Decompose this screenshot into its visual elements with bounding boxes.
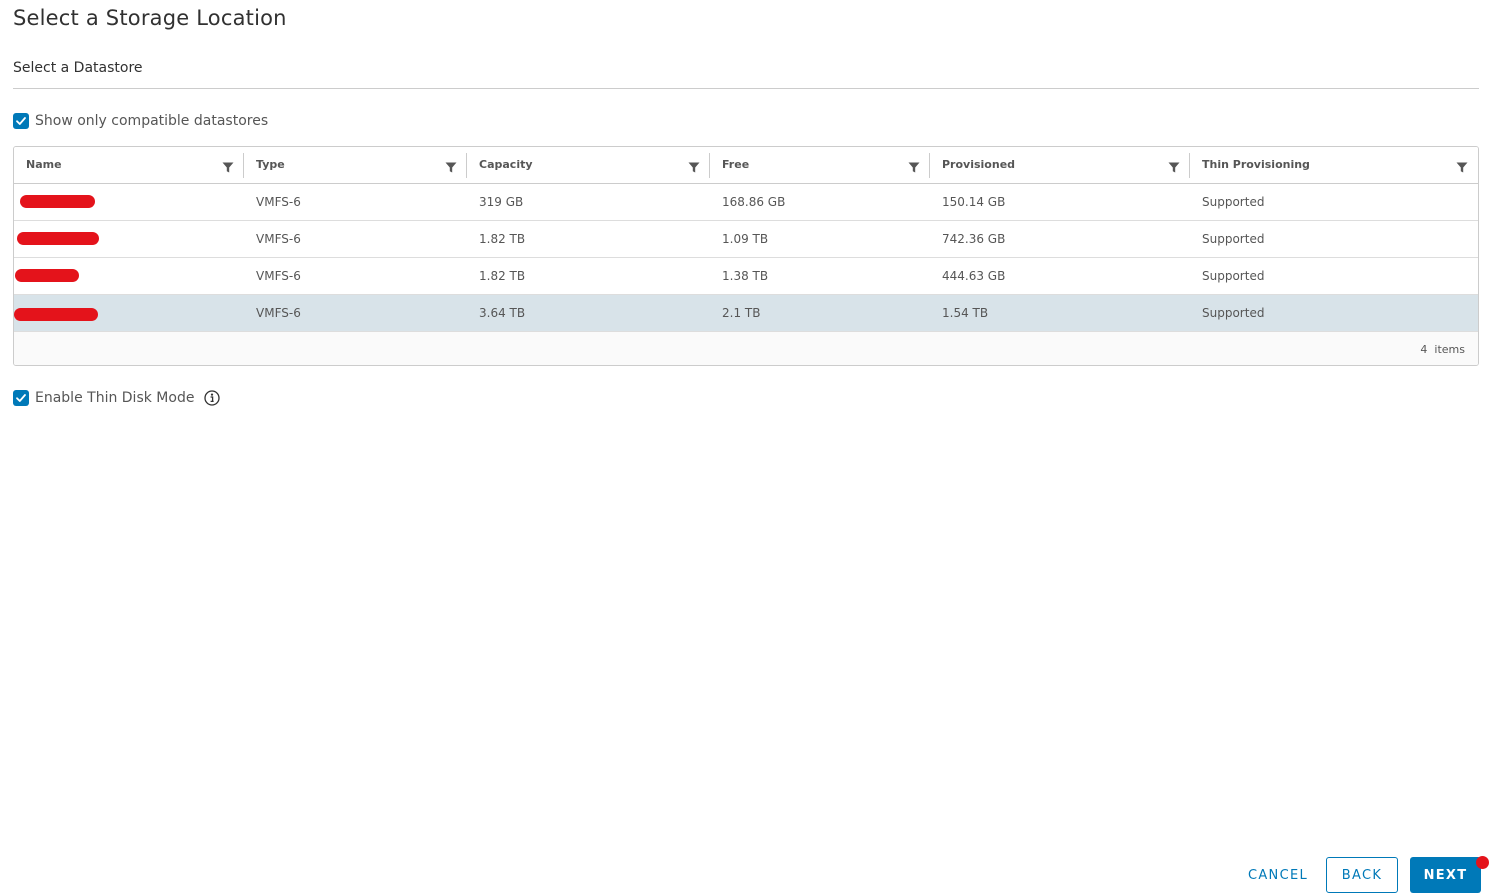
item-count: 4 items [1420, 342, 1465, 356]
compatible-datastores-label: Show only compatible datastores [35, 113, 269, 129]
info-icon[interactable] [204, 390, 221, 406]
type-cell: VMFS-6 [256, 306, 301, 320]
free-cell: 2.1 TB [722, 306, 761, 320]
free-cell: 1.09 TB [722, 232, 769, 246]
column-header-capacity[interactable]: Capacity [467, 147, 710, 183]
annotation-dot [1476, 856, 1489, 869]
divider [13, 88, 1479, 89]
column-header-provisioned[interactable]: Provisioned [930, 147, 1190, 183]
page-title: Select a Storage Location [13, 6, 287, 30]
datastore-name-cell [14, 221, 244, 257]
datastore-name-cell [14, 258, 244, 294]
redaction-mark [15, 269, 79, 282]
table-row[interactable]: VMFS-6 319 GB 168.86 GB 150.14 GB Suppor… [14, 184, 1478, 221]
free-cell: 168.86 GB [722, 195, 786, 209]
filter-icon[interactable] [222, 162, 234, 176]
thin-provisioning-cell: Supported [1202, 232, 1265, 246]
filter-icon[interactable] [1456, 162, 1468, 176]
provisioned-cell: 444.63 GB [942, 269, 1006, 283]
next-button[interactable]: NEXT [1410, 857, 1481, 893]
column-header-free[interactable]: Free [710, 147, 930, 183]
thin-provisioning-cell: Supported [1202, 269, 1265, 283]
column-header-name[interactable]: Name [14, 147, 244, 183]
grid-footer: 4 items [14, 332, 1478, 365]
filter-icon[interactable] [908, 162, 920, 176]
capacity-cell: 319 GB [479, 195, 524, 209]
provisioned-cell: 742.36 GB [942, 232, 1006, 246]
provisioned-cell: 150.14 GB [942, 195, 1006, 209]
checkbox-checked-icon[interactable] [13, 390, 29, 406]
storage-location-dialog: Select a Storage Location Select a Datas… [0, 0, 1490, 894]
redaction-mark [20, 195, 95, 208]
checkbox-checked-icon[interactable] [13, 113, 29, 129]
type-cell: VMFS-6 [256, 269, 301, 283]
thin-disk-mode-label: Enable Thin Disk Mode [35, 390, 195, 406]
grid-header: Name Type Capacity Free Provisioned Thin… [14, 147, 1478, 184]
section-subtitle: Select a Datastore [13, 60, 143, 76]
compatible-datastores-checkbox[interactable]: Show only compatible datastores [13, 112, 268, 130]
capacity-cell: 3.64 TB [479, 306, 526, 320]
type-cell: VMFS-6 [256, 195, 301, 209]
thin-disk-mode-checkbox[interactable]: Enable Thin Disk Mode [13, 389, 221, 407]
column-header-thin-provisioning[interactable]: Thin Provisioning [1190, 147, 1478, 183]
free-cell: 1.38 TB [722, 269, 769, 283]
capacity-cell: 1.82 TB [479, 269, 526, 283]
cancel-button[interactable]: CANCEL [1239, 857, 1317, 893]
table-row[interactable]: VMFS-6 1.82 TB 1.09 TB 742.36 GB Support… [14, 221, 1478, 258]
filter-icon[interactable] [1168, 162, 1180, 176]
redaction-mark [17, 232, 99, 245]
thin-provisioning-cell: Supported [1202, 306, 1265, 320]
provisioned-cell: 1.54 TB [942, 306, 989, 320]
redaction-mark [14, 308, 98, 321]
filter-icon[interactable] [688, 162, 700, 176]
table-row[interactable]: VMFS-6 1.82 TB 1.38 TB 444.63 GB Support… [14, 258, 1478, 295]
thin-provisioning-cell: Supported [1202, 195, 1265, 209]
datastore-grid: Name Type Capacity Free Provisioned Thin… [13, 146, 1479, 366]
capacity-cell: 1.82 TB [479, 232, 526, 246]
datastore-name-cell [14, 184, 244, 220]
filter-icon[interactable] [445, 162, 457, 176]
datastore-name-cell [14, 295, 244, 331]
back-button[interactable]: BACK [1326, 857, 1398, 893]
type-cell: VMFS-6 [256, 232, 301, 246]
column-header-type[interactable]: Type [244, 147, 467, 183]
table-row-selected[interactable]: VMFS-6 3.64 TB 2.1 TB 1.54 TB Supported [14, 295, 1478, 332]
